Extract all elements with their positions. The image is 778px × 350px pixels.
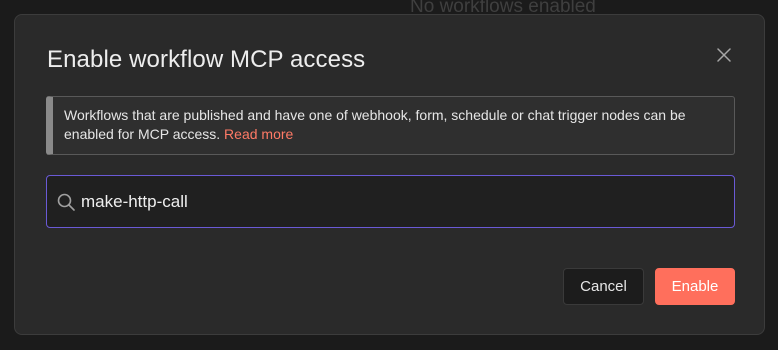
- workflow-search-field[interactable]: [46, 175, 735, 228]
- enable-mcp-dialog: Enable workflow MCP access Workflows tha…: [14, 14, 765, 335]
- callout-text: Workflows that are published and have on…: [64, 107, 686, 142]
- search-icon: [56, 192, 76, 212]
- close-icon[interactable]: [715, 46, 733, 64]
- info-callout: Workflows that are published and have on…: [46, 96, 735, 155]
- search-input[interactable]: [81, 191, 734, 212]
- cancel-button[interactable]: Cancel: [563, 268, 644, 305]
- enable-button[interactable]: Enable: [655, 268, 735, 305]
- read-more-link[interactable]: Read more: [224, 126, 293, 142]
- dialog-title: Enable workflow MCP access: [47, 46, 366, 73]
